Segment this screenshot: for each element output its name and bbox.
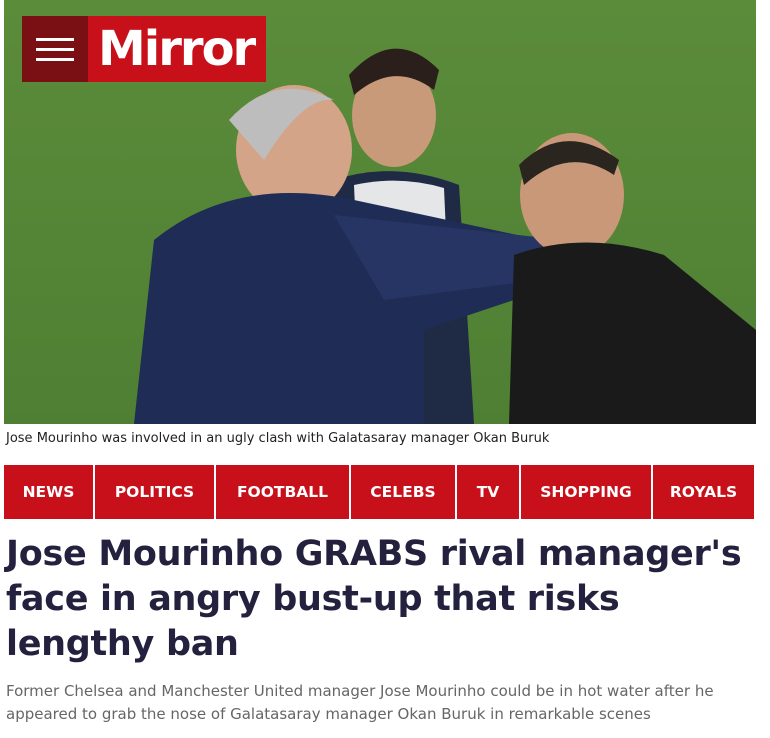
menu-line	[36, 47, 74, 51]
nav-item-football[interactable]: FOOTBALL	[216, 465, 349, 519]
nav-item-royals[interactable]: ROYALS	[653, 465, 754, 519]
article-standfirst: Former Chelsea and Manchester United man…	[6, 682, 714, 723]
site-logo-bar: Mirror	[22, 16, 267, 82]
hamburger-menu-icon[interactable]	[22, 16, 88, 82]
menu-line	[36, 37, 74, 41]
nav-item-celebs[interactable]: CELEBS	[351, 465, 455, 519]
nav-item-news[interactable]: NEWS	[4, 465, 93, 519]
nav-item-shopping[interactable]: SHOPPING	[521, 465, 651, 519]
menu-line	[36, 57, 74, 61]
article-headline: Jose Mourinho GRABS rival manager's face…	[6, 534, 742, 664]
nav-item-tv[interactable]: TV	[457, 465, 519, 519]
section-nav: NEWS POLITICS FOOTBALL CELEBS TV SHOPPIN…	[4, 465, 754, 519]
image-caption: Jose Mourinho was involved in an ugly cl…	[6, 431, 550, 446]
nav-item-politics[interactable]: POLITICS	[95, 465, 214, 519]
mirror-logo[interactable]: Mirror	[88, 16, 267, 82]
